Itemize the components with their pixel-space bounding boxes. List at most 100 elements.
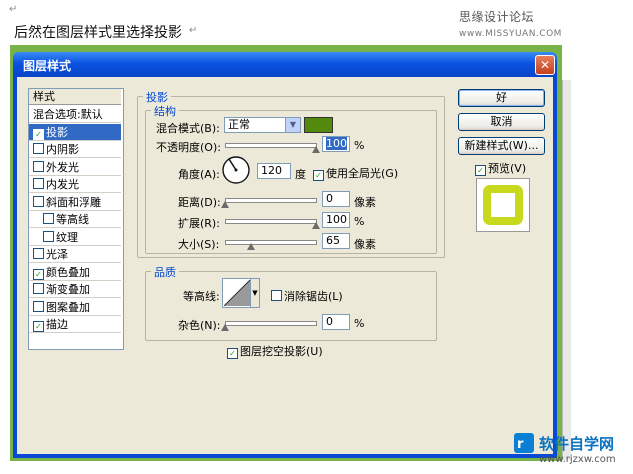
close-icon: ✕ xyxy=(539,58,551,72)
style-item-label: 外发光 xyxy=(46,160,79,174)
new-style-button[interactable]: 新建样式(W)... xyxy=(458,137,545,155)
caption-text: 后然在图层样式里选择投影 xyxy=(14,25,182,41)
style-item-label: 纹理 xyxy=(56,230,78,244)
style-checkbox-icon[interactable] xyxy=(33,195,44,207)
style-item-label: 图案叠加 xyxy=(46,300,90,314)
preview-check-icon: ✓ xyxy=(475,165,486,176)
global-light-check-icon: ✓ xyxy=(313,170,324,181)
blend-mode-select[interactable]: 正常 ▼ xyxy=(224,117,301,133)
watermark-bottom: r 软件自学网 www.rjzxw.com xyxy=(513,432,625,470)
style-item[interactable]: 混合选项:默认 xyxy=(29,106,121,123)
chevron-down-icon: ▼ xyxy=(285,118,300,132)
style-item[interactable]: 斜面和浮雕 xyxy=(29,193,121,211)
site-logo-icon: r xyxy=(514,433,534,453)
blend-mode-label: 混合模式(B): xyxy=(156,122,220,135)
style-item[interactable]: 外发光 xyxy=(29,158,121,176)
spread-slider[interactable] xyxy=(225,219,317,224)
opacity-slider-thumb[interactable] xyxy=(312,146,320,153)
spread-label: 扩展(R): xyxy=(178,217,220,230)
close-button[interactable]: ✕ xyxy=(535,55,555,75)
preview-swatch-inner xyxy=(491,193,515,217)
knockout-check-icon: ✓ xyxy=(227,348,238,359)
style-item[interactable]: 内阴影 xyxy=(29,141,121,158)
size-label: 大小(S): xyxy=(178,238,220,251)
antialias-label: 消除锯齿(L) xyxy=(284,290,343,303)
chevron-down-icon: ▼ xyxy=(250,279,259,307)
spread-input[interactable]: 100 xyxy=(322,212,350,228)
knockout-checkbox[interactable]: ✓ 图层挖空投影(U) xyxy=(227,343,323,359)
watermark-brand: 思缘设计论坛 xyxy=(459,10,535,24)
style-item-label: 投影 xyxy=(46,125,68,139)
style-item-label: 颜色叠加 xyxy=(46,265,90,279)
angle-dial-icon xyxy=(222,156,250,184)
style-item-label: 渐变叠加 xyxy=(46,283,90,296)
noise-value: 0 xyxy=(326,315,333,328)
style-item[interactable]: ✓ 投影 xyxy=(29,123,121,141)
quality-title: 品质 xyxy=(151,264,179,280)
contour-label: 等高线: xyxy=(183,290,220,303)
opacity-input[interactable]: 100 xyxy=(322,136,350,152)
style-checkbox-icon[interactable] xyxy=(43,213,54,224)
style-checkbox-icon[interactable] xyxy=(33,283,44,294)
style-item[interactable]: 纹理 xyxy=(29,228,121,246)
style-item[interactable]: 图案叠加 xyxy=(29,298,121,316)
angle-label: 角度(A): xyxy=(178,168,220,181)
style-checkbox-icon[interactable] xyxy=(33,248,44,259)
background-window-edge xyxy=(562,80,571,460)
global-light-checkbox[interactable]: ✓ 使用全局光(G) xyxy=(313,165,398,181)
opacity-label: 不透明度(O): xyxy=(156,141,221,154)
styles-list-header: 样式 xyxy=(29,89,121,105)
noise-slider-thumb[interactable] xyxy=(221,324,229,331)
paragraph-mark: ↵ xyxy=(9,4,18,15)
contour-picker[interactable]: ▼ xyxy=(222,278,260,308)
style-checkbox-icon[interactable] xyxy=(33,143,44,154)
style-checkbox-icon[interactable] xyxy=(33,178,44,189)
distance-slider[interactable] xyxy=(225,198,317,203)
distance-input[interactable]: 0 xyxy=(322,191,350,207)
watermark-bottom-url: www.rjzxw.com xyxy=(539,454,616,465)
paragraph-mark-end: ↵ xyxy=(189,25,198,36)
cancel-button[interactable]: 取消 xyxy=(458,113,545,131)
size-slider-thumb[interactable] xyxy=(247,243,255,250)
style-checkbox-icon[interactable] xyxy=(33,160,44,172)
distance-slider-thumb[interactable] xyxy=(221,201,229,208)
noise-slider[interactable] xyxy=(225,321,317,326)
size-slider[interactable] xyxy=(225,240,317,245)
style-checkbox-icon[interactable] xyxy=(43,230,54,242)
style-item[interactable]: 内发光 xyxy=(29,176,121,193)
noise-input[interactable]: 0 xyxy=(322,314,350,330)
style-checkbox-icon[interactable] xyxy=(33,300,44,312)
noise-label: 杂色(N): xyxy=(178,319,221,332)
preview-checkbox[interactable]: ✓ 预览(V) xyxy=(475,160,526,176)
style-item[interactable]: ✓ 颜色叠加 xyxy=(29,263,121,281)
style-preview xyxy=(476,178,530,232)
dialog-titlebar[interactable] xyxy=(13,52,557,77)
style-checkbox-icon[interactable]: ✓ xyxy=(33,128,44,140)
shadow-color-swatch[interactable] xyxy=(304,117,333,133)
distance-label: 距离(D): xyxy=(178,196,221,209)
spread-slider-thumb[interactable] xyxy=(312,222,320,229)
svg-text:r: r xyxy=(517,437,524,452)
style-item[interactable]: 等高线 xyxy=(29,211,121,228)
style-checkbox-icon[interactable]: ✓ xyxy=(33,321,44,332)
noise-unit: % xyxy=(354,317,365,330)
angle-dial[interactable] xyxy=(222,156,250,184)
style-item[interactable]: 光泽 xyxy=(29,246,121,263)
knockout-label: 图层挖空投影(U) xyxy=(240,345,323,358)
style-item[interactable]: 渐变叠加 xyxy=(29,281,121,298)
angle-value: 120 xyxy=(261,164,282,177)
distance-unit: 像素 xyxy=(354,196,376,209)
style-item-label: 等高线 xyxy=(56,213,89,226)
angle-input[interactable]: 120 xyxy=(257,163,291,179)
style-item-label: 斜面和浮雕 xyxy=(46,195,101,209)
opacity-slider[interactable] xyxy=(225,143,317,148)
ok-button[interactable]: 好 xyxy=(458,89,545,107)
size-input[interactable]: 65 xyxy=(322,233,350,249)
style-item[interactable]: ✓ 描边 xyxy=(29,316,121,333)
spread-unit: % xyxy=(354,215,365,228)
watermark-bottom-brand: 软件自学网 xyxy=(539,435,615,453)
preview-swatch-outer xyxy=(483,185,523,225)
style-checkbox-icon[interactable]: ✓ xyxy=(33,268,44,280)
antialias-check-icon xyxy=(271,290,282,301)
antialias-checkbox[interactable]: 消除锯齿(L) xyxy=(271,288,343,304)
